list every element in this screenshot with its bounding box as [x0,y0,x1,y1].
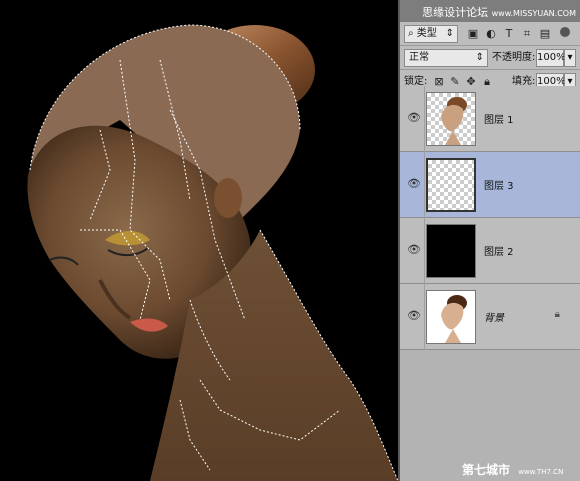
filter-type-icon[interactable]: T [502,27,516,41]
eye-icon[interactable]: 👁︎ [407,310,421,322]
filter-shape-icon[interactable]: ⌗ [520,27,534,41]
watermark-bottom-url: www.TH7.CN [518,468,564,476]
watermark-bottom: 第七城市 www.TH7.CN [462,461,563,478]
blend-mode-value: 正常 [409,52,429,63]
filter-kind-label: 类型 [416,28,437,39]
blend-mode-select[interactable]: 正常 ⇕ [404,49,488,67]
layer-row[interactable]: 👁︎ 图层 1 [400,86,580,152]
opacity-dropdown[interactable]: ▾ [564,49,576,67]
filter-adjustment-icon[interactable]: ◐ [484,27,498,41]
opacity-input[interactable]: 100% [536,49,566,67]
chevron-down-icon: ▾ [567,52,573,63]
portrait-image [27,24,398,481]
layers-panel: 思缘设计论坛 www.MISSYUAN.COM ⌕ 类型 ⇕ ▣ ◐ T ⌗ ▤… [398,0,580,481]
layer-name[interactable]: 图层 1 [484,111,514,126]
filter-pixel-icon[interactable]: ▣ [466,27,480,41]
layer-thumbnail [426,92,476,146]
layer-thumbnail [426,158,476,212]
layer-name[interactable]: 图层 2 [484,243,514,258]
eye-icon[interactable]: 👁︎ [407,178,421,190]
visibility-cell[interactable]: 👁︎ [400,152,425,218]
lock-icon: 🔒︎ [554,309,560,320]
visibility-cell[interactable]: 👁︎ [400,284,425,350]
opacity-label: 不透明度: [492,52,536,63]
opacity-value: 100% [537,52,566,63]
layer-row-background[interactable]: 👁︎ 背景 🔒︎ [400,284,580,350]
visibility-cell[interactable]: 👁︎ [400,218,425,284]
layer-thumbnail [426,290,476,344]
watermark-top-text: 思缘设计论坛 [422,6,489,19]
watermark-bottom-text: 第七城市 [462,463,511,477]
chevron-down-icon: ⇕ [475,52,484,63]
watermark-top: 思缘设计论坛 www.MISSYUAN.COM [422,4,576,20]
filter-smart-object-icon[interactable]: ▤ [538,27,552,41]
layer-name[interactable]: 图层 3 [484,177,514,192]
panel-header: 思缘设计论坛 www.MISSYUAN.COM [400,0,580,22]
filter-kind-select[interactable]: ⌕ 类型 ⇕ [404,25,458,43]
blend-row: 正常 ⇕ 不透明度: 100% ▾ [400,46,580,70]
document-canvas[interactable] [0,0,398,481]
watermark-top-url: www.MISSYUAN.COM [491,9,576,18]
filter-toggle-icon[interactable] [560,27,570,37]
chevron-down-icon: ⇕ [445,28,454,39]
eye-icon[interactable]: 👁︎ [407,112,421,124]
layer-row[interactable]: 👁︎ 图层 2 [400,218,580,284]
search-icon: ⌕ [408,28,414,39]
visibility-cell[interactable]: 👁︎ [400,86,425,152]
layer-name[interactable]: 背景 [484,309,504,324]
eye-icon[interactable]: 👁︎ [407,244,421,256]
layer-row-selected[interactable]: 👁︎ 图层 3 [400,152,580,218]
layer-thumbnail [426,224,476,278]
filter-row: ⌕ 类型 ⇕ ▣ ◐ T ⌗ ▤ [400,22,580,46]
